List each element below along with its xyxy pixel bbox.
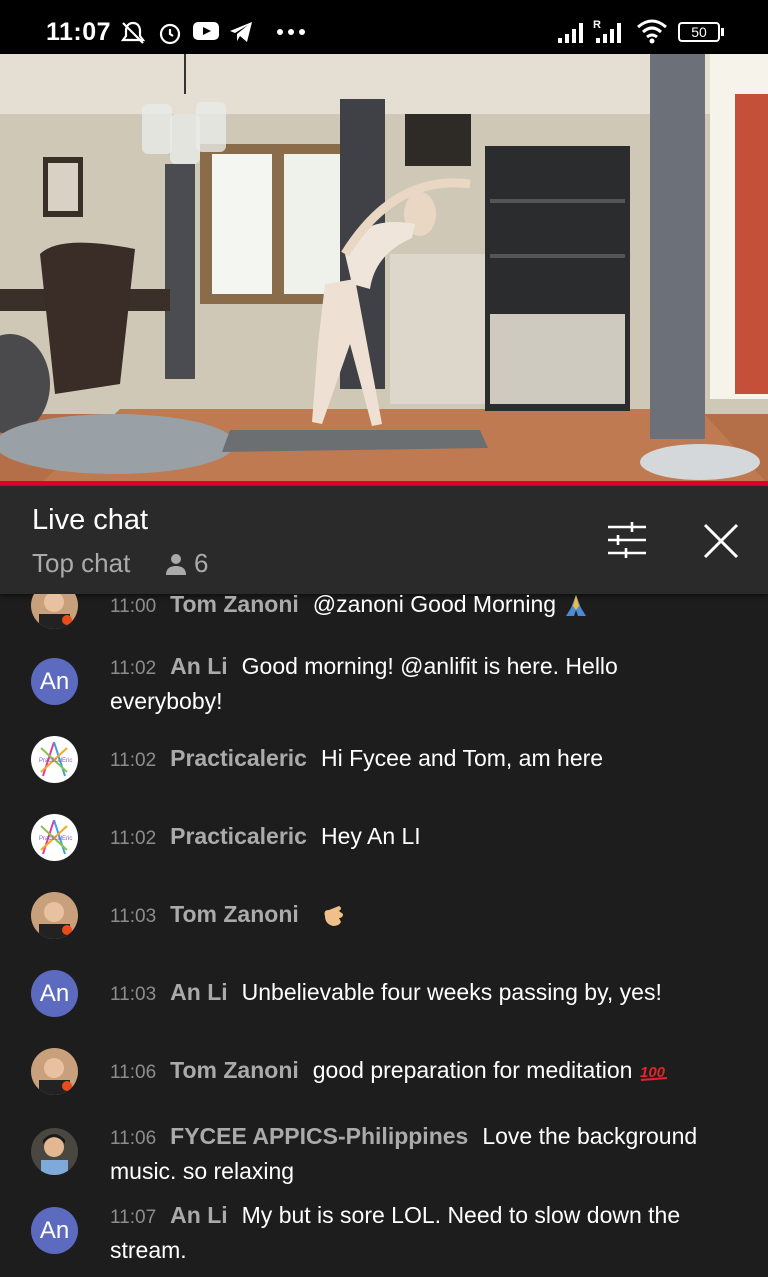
signal-icon — [558, 23, 583, 43]
roaming-signal-icon: R — [593, 19, 621, 43]
message-author[interactable]: Tom Zanoni — [170, 901, 299, 927]
message-text: @zanoni Good Morning — [312, 594, 557, 617]
alarm-icon — [159, 23, 181, 45]
message-author[interactable]: An Li — [170, 979, 228, 1005]
message-author[interactable]: Tom Zanoni — [170, 1057, 299, 1083]
status-bar: 11:07 R 50 — [0, 0, 768, 54]
video-player[interactable] — [0, 54, 768, 484]
viewer-count: 6 — [164, 548, 208, 579]
telegram-icon — [230, 22, 252, 42]
folded-hands-icon — [566, 594, 587, 616]
message-time: 11:02 — [110, 750, 157, 771]
avatar-an-li[interactable]: An — [31, 658, 78, 705]
more-dots-icon — [277, 29, 305, 35]
message-time: 11:03 — [110, 984, 157, 1005]
message-text: Unbelievable four weeks passing by, yes! — [241, 979, 662, 1005]
chat-header: Live chat Top chat 6 — [0, 486, 768, 594]
chat-mode-dropdown[interactable]: Top chat — [32, 548, 130, 579]
avatar-tom-zanoni[interactable] — [31, 892, 78, 939]
chat-title: Live chat — [32, 504, 149, 536]
filter-sliders-icon[interactable] — [606, 522, 648, 558]
message-author[interactable]: An Li — [170, 1202, 228, 1228]
battery-level: 50 — [691, 24, 707, 40]
message-author[interactable]: Practicaleric — [170, 745, 307, 771]
svg-text:R: R — [593, 19, 601, 31]
message-author[interactable]: Practicaleric — [170, 823, 307, 849]
avatar-practicaleric[interactable]: PracticalEric — [31, 736, 78, 783]
avatar-tom-zanoni[interactable] — [31, 1048, 78, 1095]
message-text: Hi Fycee and Tom, am here — [320, 745, 604, 771]
hundred-points-icon: 100 — [640, 1064, 667, 1081]
avatar-tom-zanoni[interactable] — [31, 594, 78, 629]
message-time: 11:07 — [110, 1207, 157, 1228]
message-time: 11:00 — [110, 596, 157, 617]
message-time: 11:06 — [110, 1062, 157, 1083]
avatar-an-li[interactable]: An — [31, 1207, 78, 1254]
message-time: 11:03 — [110, 906, 157, 927]
youtube-icon — [193, 22, 219, 40]
battery-icon: 50 — [678, 22, 720, 42]
message-author[interactable]: FYCEE APPICS-Philippines — [170, 1123, 468, 1149]
avatar-practicaleric[interactable]: PracticalEric — [31, 814, 78, 861]
message-time: 11:06 — [110, 1128, 157, 1149]
status-time: 11:07 — [46, 18, 112, 46]
hand-icon — [324, 905, 344, 926]
message-text: good preparation for meditation — [312, 1057, 633, 1083]
avatar-an-li[interactable]: An — [31, 970, 78, 1017]
message-text: Hey An LI — [320, 823, 421, 849]
person-icon — [166, 553, 186, 575]
mute-bell-icon — [120, 21, 146, 44]
message-time: 11:02 — [110, 658, 157, 679]
wifi-icon — [637, 19, 667, 44]
viewer-count-value: 6 — [194, 548, 209, 578]
message-author[interactable]: An Li — [170, 653, 228, 679]
svg-text:PracticalEric: PracticalEric — [39, 836, 72, 842]
close-icon[interactable] — [702, 522, 740, 560]
message-author[interactable]: Tom Zanoni — [170, 594, 299, 617]
battery-tip — [721, 28, 724, 36]
video-frame — [0, 54, 768, 484]
message-time: 11:02 — [110, 828, 157, 849]
svg-text:PracticalEric: PracticalEric — [39, 758, 72, 764]
chat-message-list[interactable]: 11:00 Tom Zanoni @zanoni Good Morning An 1… — [0, 594, 768, 1277]
avatar-fycee-appics[interactable] — [31, 1128, 78, 1175]
